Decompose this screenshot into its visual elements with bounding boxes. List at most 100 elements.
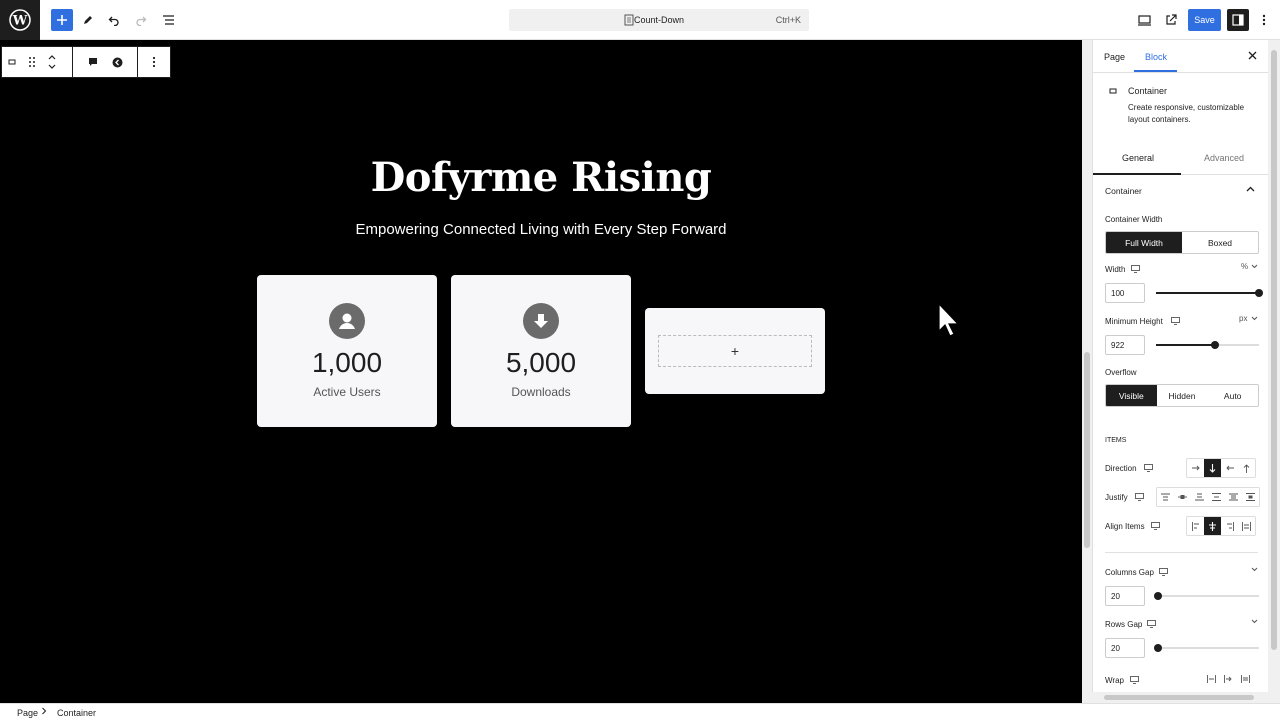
overflow-hidden-option[interactable]: Hidden <box>1157 385 1208 406</box>
tab-general[interactable]: General <box>1122 153 1154 163</box>
wrap-reverse-icon[interactable] <box>1237 670 1254 688</box>
justify-options <box>1156 487 1260 507</box>
columns-gap-input[interactable]: 20 <box>1105 586 1145 606</box>
block-options-button[interactable] <box>144 47 164 77</box>
direction-column-reverse-icon[interactable] <box>1238 459 1255 477</box>
direction-column-icon[interactable] <box>1204 459 1221 477</box>
min-height-slider-handle[interactable] <box>1211 341 1219 349</box>
rows-gap-input[interactable]: 20 <box>1105 638 1145 658</box>
chevron-right-icon <box>41 707 47 715</box>
view-page-button[interactable] <box>1160 9 1182 31</box>
block-type-button[interactable] <box>2 47 22 77</box>
close-icon[interactable] <box>1247 50 1258 61</box>
tab-advanced[interactable]: Advanced <box>1204 153 1244 163</box>
width-slider[interactable] <box>1156 292 1259 294</box>
panel-title[interactable]: Container <box>1105 186 1142 196</box>
move-up-down-button[interactable] <box>42 47 62 77</box>
command-palette-bar[interactable]: Count-Down Ctrl+K <box>509 9 809 31</box>
top-toolbar: W Count-Down Ctrl+K Save <box>0 0 1280 40</box>
sidebar-scrollbar[interactable] <box>1268 40 1280 703</box>
settings-toggle-button[interactable] <box>1227 9 1249 31</box>
justify-space-evenly-icon[interactable] <box>1242 488 1259 506</box>
container-icon <box>8 59 16 65</box>
columns-gap-slider[interactable] <box>1156 595 1259 597</box>
rows-gap-slider-handle[interactable] <box>1154 644 1162 652</box>
rows-gap-slider[interactable] <box>1156 647 1259 649</box>
min-height-slider[interactable] <box>1156 344 1259 346</box>
justify-center-icon[interactable] <box>1174 488 1191 506</box>
direction-row-reverse-icon[interactable] <box>1221 459 1238 477</box>
desktop-icon[interactable] <box>1144 464 1153 472</box>
comment-button[interactable] <box>83 47 103 77</box>
hero-title[interactable]: Dofyrme Rising <box>0 154 1082 201</box>
counter-card[interactable]: 1,000 Active Users <box>257 275 437 427</box>
wrap-icon[interactable] <box>1220 670 1237 688</box>
tab-block[interactable]: Block <box>1145 52 1167 62</box>
svg-text:W: W <box>12 14 28 29</box>
counter-value: 5,000 <box>505 347 577 378</box>
plus-icon <box>57 15 67 25</box>
block-toolbar <box>1 46 171 78</box>
width-slider-handle[interactable] <box>1255 289 1263 297</box>
desktop-icon[interactable] <box>1130 676 1139 684</box>
save-button[interactable]: Save <box>1188 9 1221 31</box>
justify-space-around-icon[interactable] <box>1225 488 1242 506</box>
justify-space-between-icon[interactable] <box>1208 488 1225 506</box>
justify-start-icon[interactable] <box>1157 488 1174 506</box>
more-vertical-icon <box>1262 14 1266 26</box>
settings-sidebar: Page Block Container Create responsive, … <box>1092 40 1268 692</box>
direction-row-icon[interactable] <box>1187 459 1204 477</box>
breadcrumb-item-page[interactable]: Page <box>17 708 38 718</box>
counter-card[interactable]: 5,000 Downloads <box>451 275 631 427</box>
boxed-option[interactable]: Boxed <box>1182 232 1258 253</box>
desktop-icon[interactable] <box>1135 493 1144 501</box>
chevron-up-icon[interactable] <box>1246 186 1255 192</box>
min-height-unit-select[interactable]: px <box>1239 314 1247 323</box>
redo-button[interactable] <box>130 9 152 31</box>
sidebar-horizontal-scrollbar[interactable] <box>1092 692 1268 703</box>
breadcrumb-item-container[interactable]: Container <box>57 708 96 718</box>
counter-label: Active Users <box>313 385 381 399</box>
chevron-down-icon[interactable] <box>1251 567 1258 572</box>
edit-tool-button[interactable] <box>77 9 99 31</box>
editor-canvas[interactable]: Dofyrme Rising Empowering Connected Livi… <box>0 40 1082 703</box>
desktop-icon[interactable] <box>1159 568 1168 576</box>
desktop-icon[interactable] <box>1147 620 1156 628</box>
hero-subtitle[interactable]: Empowering Connected Living with Every S… <box>0 221 1082 238</box>
active-tab-indicator <box>1134 70 1177 72</box>
overflow-visible-option[interactable]: Visible <box>1106 385 1157 406</box>
align-end-icon[interactable] <box>1221 517 1238 535</box>
desktop-icon[interactable] <box>1151 522 1160 530</box>
width-input[interactable]: 100 <box>1105 283 1145 303</box>
align-start-icon[interactable] <box>1187 517 1204 535</box>
drag-handle[interactable] <box>22 47 42 77</box>
canvas-scrollbar[interactable] <box>1082 40 1092 703</box>
desktop-icon[interactable] <box>1131 265 1140 273</box>
align-stretch-icon[interactable] <box>1238 517 1255 535</box>
container-width-toggle: Full Width Boxed <box>1105 231 1259 254</box>
nowrap-icon[interactable] <box>1203 670 1220 688</box>
chevron-down-icon[interactable] <box>1251 619 1258 624</box>
document-overview-button[interactable] <box>157 9 179 31</box>
width-unit-select[interactable]: % <box>1241 262 1248 271</box>
block-description: Create responsive, customizable layout c… <box>1128 103 1245 124</box>
tab-page[interactable]: Page <box>1104 52 1125 62</box>
navigation-button[interactable] <box>107 47 127 77</box>
overflow-auto-option[interactable]: Auto <box>1207 385 1258 406</box>
preview-button[interactable] <box>1133 9 1155 31</box>
options-menu-button[interactable] <box>1253 9 1275 31</box>
empty-card[interactable]: + <box>645 308 825 394</box>
desktop-icon <box>1137 14 1151 26</box>
wordpress-icon: W <box>9 9 31 31</box>
min-height-input[interactable]: 922 <box>1105 335 1145 355</box>
align-center-icon[interactable] <box>1204 517 1221 535</box>
desktop-icon[interactable] <box>1171 317 1180 325</box>
undo-button[interactable] <box>103 9 125 31</box>
columns-gap-slider-handle[interactable] <box>1154 592 1162 600</box>
add-block-button[interactable] <box>51 9 73 31</box>
breadcrumb: Page Container <box>0 703 1280 720</box>
wordpress-logo-button[interactable]: W <box>0 0 40 40</box>
justify-end-icon[interactable] <box>1191 488 1208 506</box>
block-appender-button[interactable]: + <box>658 335 812 367</box>
full-width-option[interactable]: Full Width <box>1106 232 1182 253</box>
